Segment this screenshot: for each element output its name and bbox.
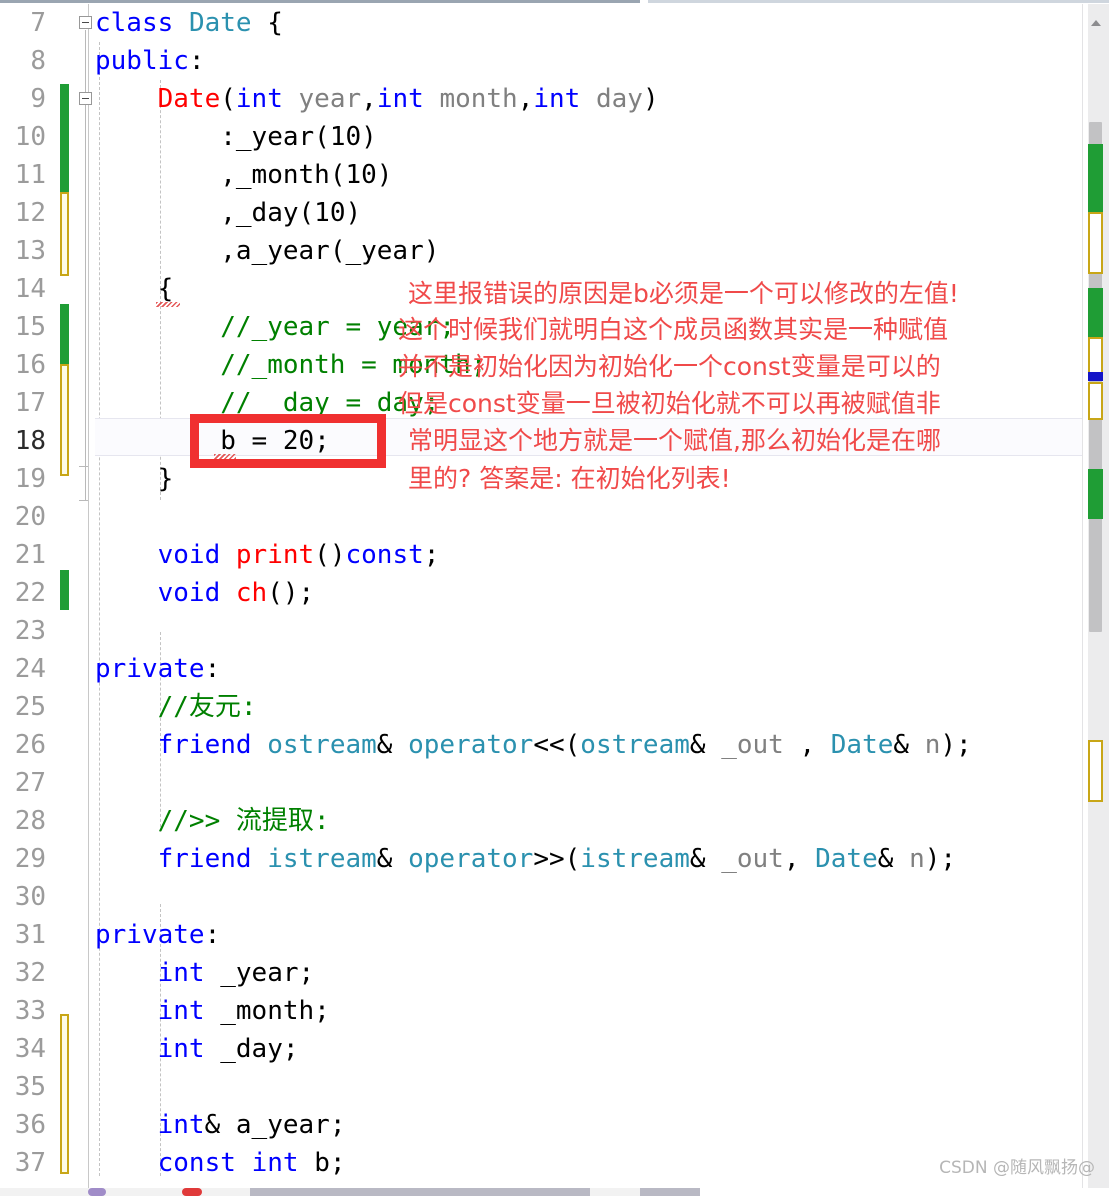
code-line[interactable]: 25 //友元: (0, 688, 1109, 726)
code-line[interactable]: 36 int& a_year; (0, 1106, 1109, 1144)
code-text[interactable]: public: (95, 42, 205, 80)
code-line[interactable]: 7 class Date { (0, 4, 1109, 42)
annotation-highlight-box (190, 414, 386, 468)
code-line[interactable]: 21 void print()const; (0, 536, 1109, 574)
code-text[interactable]: Date(int year,int month,int day) (95, 80, 659, 118)
code-text[interactable]: friend istream& operator>>(istream& _out… (95, 840, 956, 878)
code-text[interactable]: void print()const; (95, 536, 440, 574)
line-number: 32 (14, 958, 46, 988)
code-text[interactable]: class Date { (95, 4, 283, 42)
code-text[interactable]: friend ostream& operator<<(ostream& _out… (95, 726, 972, 764)
code-text[interactable]: private: (95, 916, 220, 954)
annotation-line-5: 常明显这个地方就是一个赋值,那么初始化是在哪 (408, 426, 941, 455)
code-line[interactable]: 35 (0, 1068, 1109, 1106)
bottom-sliver-text-1 (250, 1188, 590, 1196)
inactive-tab-edge (648, 0, 1109, 3)
line-number: 23 (14, 616, 46, 646)
line-number: 31 (14, 920, 46, 950)
line-number: 19 (14, 464, 46, 494)
code-text[interactable]: //>> 流提取: (95, 802, 330, 840)
annotation-text: 这里报错误的原因是b必须是一个可以修改的左值! 这个时候我们就明白这个成员函数其… (0, 4, 959, 493)
code-text[interactable]: } (95, 460, 174, 498)
overview-mark-unsaved (1088, 740, 1103, 802)
active-tab-edge (0, 0, 640, 3)
line-number: 21 (14, 540, 46, 570)
error-squiggle-brace (156, 302, 180, 307)
code-line[interactable]: 28 //>> 流提取: (0, 802, 1109, 840)
line-number: 20 (14, 502, 46, 532)
annotation-line-2: 这个时候我们就明白这个成员函数其实是一种赋值 (398, 315, 949, 344)
annotation-line-3: 并不是初始化因为初始化一个const变量是可以的 (398, 352, 941, 381)
scroll-up-arrow-icon[interactable] (1091, 20, 1101, 26)
code-text[interactable]: int _year; (95, 954, 315, 992)
code-line[interactable]: 12 ,_day(10) (0, 194, 1109, 232)
code-text[interactable]: private: (95, 650, 220, 688)
overview-mark-caret (1088, 372, 1103, 381)
code-line[interactable]: 27 (0, 764, 1109, 802)
annotation-line-1: 这里报错误的原因是b必须是一个可以修改的左值! (408, 279, 959, 308)
line-number: 25 (14, 692, 46, 722)
code-text[interactable]: ,_month(10) (95, 156, 392, 194)
code-text[interactable]: int _month; (95, 992, 330, 1030)
line-number: 30 (14, 882, 46, 912)
code-line[interactable]: 26 friend ostream& operator<<(ostream& _… (0, 726, 1109, 764)
bottom-sliver-icon-2 (182, 1188, 202, 1196)
bottom-sliver-panel (700, 1188, 1109, 1196)
code-line[interactable]: 30 (0, 878, 1109, 916)
overview-mark-added (1088, 288, 1103, 338)
code-line[interactable]: 29 friend istream& operator>>(istream& _… (0, 840, 1109, 878)
code-line[interactable]: 8 public: (0, 42, 1109, 80)
overview-mark-added (1088, 144, 1103, 214)
line-number: 36 (14, 1110, 46, 1140)
code-line[interactable]: 22 void ch(); (0, 574, 1109, 612)
code-text[interactable]: const int b; (95, 1144, 346, 1182)
code-line[interactable]: 31 private: (0, 916, 1109, 954)
overview-mark-added (1088, 469, 1103, 519)
line-number: 15 (14, 312, 46, 342)
line-number: 16 (14, 350, 46, 380)
code-line[interactable]: 24 private: (0, 650, 1109, 688)
overview-mark-unsaved (1088, 337, 1103, 377)
line-number: 37 (14, 1148, 46, 1178)
editor-surface[interactable]: 7 class Date {8 public: 9 Date(int year,int… (0, 4, 1109, 1196)
line-number: 27 (14, 768, 46, 798)
code-line[interactable]: 13 ,a_year(_year) (0, 232, 1109, 270)
line-number: 34 (14, 1034, 46, 1064)
line-number: 18 (14, 426, 46, 456)
overview-mark-unsaved (1088, 382, 1103, 420)
code-line[interactable]: 32 int _year; (0, 954, 1109, 992)
code-line[interactable]: 10 :_year(10) (0, 118, 1109, 156)
annotation-line-4: 但是const变量一旦被初始化就不可以再被赋值非 (398, 389, 941, 418)
code-line[interactable]: 33 int _month; (0, 992, 1109, 1030)
code-text[interactable]: int& a_year; (95, 1106, 346, 1144)
code-line[interactable]: 11 ,_month(10) (0, 156, 1109, 194)
bottom-panel-sliver (0, 1188, 1109, 1196)
line-number: 28 (14, 806, 46, 836)
code-line[interactable]: 9 Date(int year,int month,int day) (0, 80, 1109, 118)
line-number: 17 (14, 388, 46, 418)
code-editor-screenshot: 7 class Date {8 public: 9 Date(int year,int… (0, 0, 1109, 1196)
line-number: 22 (14, 578, 46, 608)
code-text[interactable]: int _day; (95, 1030, 299, 1068)
annotation-line-6: 里的? 答案是: 在初始化列表! (408, 464, 731, 493)
bottom-sliver-icon-1 (88, 1188, 106, 1196)
code-text[interactable]: //友元: (95, 688, 257, 726)
code-text[interactable]: :_year(10) (95, 118, 377, 156)
code-line[interactable]: 23 (0, 612, 1109, 650)
line-number: 26 (14, 730, 46, 760)
code-text[interactable]: ,_day(10) (95, 194, 361, 232)
code-text[interactable]: void ch(); (95, 574, 315, 612)
overview-mark-unsaved (1088, 212, 1103, 274)
line-number: 35 (14, 1072, 46, 1102)
vertical-scrollbar[interactable] (1082, 4, 1109, 1196)
line-number: 29 (14, 844, 46, 874)
code-text[interactable]: ,a_year(_year) (95, 232, 439, 270)
watermark-label: CSDN @随风飘扬@ (939, 1158, 1095, 1178)
line-number: 33 (14, 996, 46, 1026)
code-line[interactable]: 34 int _day; (0, 1030, 1109, 1068)
code-line[interactable]: 20 (0, 498, 1109, 536)
line-number: 24 (14, 654, 46, 684)
